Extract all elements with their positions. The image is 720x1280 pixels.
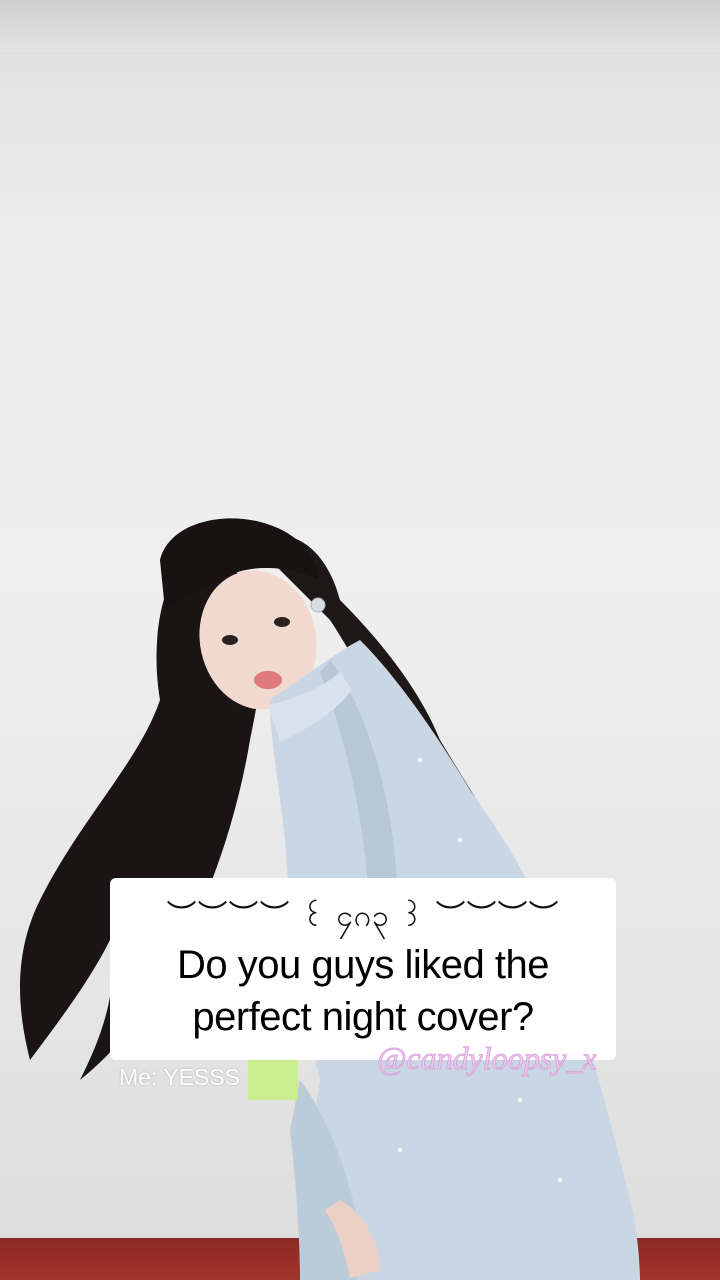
video-frame [0,0,720,1280]
caption-card: ︶︶︶︶ ꒰ ၄ဂ၃ ꒱ ︶︶︶︶ Do you guys liked the … [110,878,616,1060]
watermark-handle: @candyloopsy_x [377,1040,598,1077]
reply-text: Me: YESSS [119,1064,241,1090]
dancer-figure [20,518,640,1280]
caption-decoration: ︶︶︶︶ ꒰ ၄ဂ၃ ꒱ ︶︶︶︶ [166,899,560,934]
caption-line-1: Do you guys liked the [177,943,549,987]
caption-line-2: perfect night cover? [192,995,534,1039]
